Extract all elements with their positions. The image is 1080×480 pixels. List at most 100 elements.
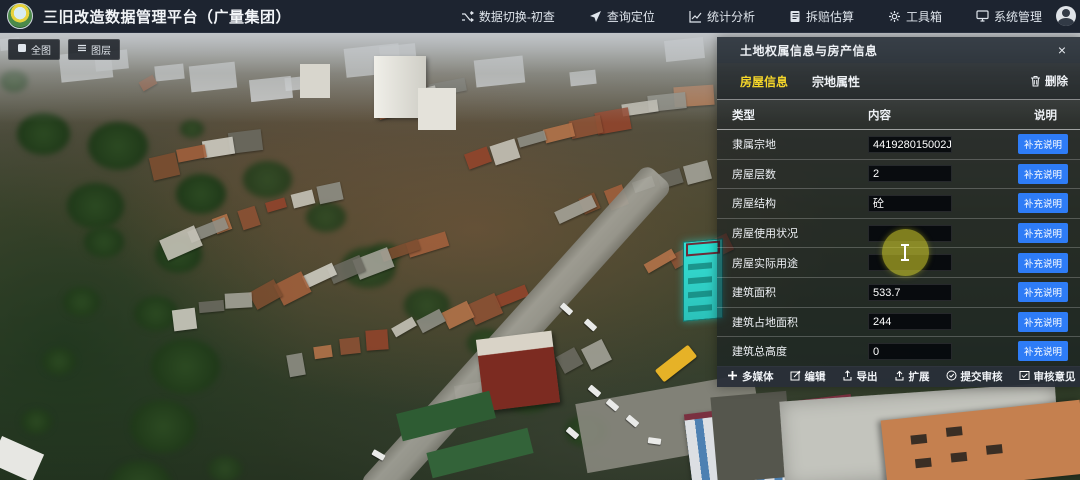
panel-tabs: 房屋信息 宗地属性 删除	[717, 63, 1080, 100]
map-button-label: 图层	[91, 42, 111, 57]
toolbar-plus[interactable]: 多媒体	[727, 369, 774, 384]
panel-header: 土地权属信息与房产信息 ×	[717, 37, 1080, 63]
row-value-input[interactable]: 0	[868, 343, 952, 360]
supplement-note-button[interactable]: 补充说明	[1018, 193, 1068, 213]
toolbar-label: 编辑	[805, 369, 826, 384]
map-button-label: 全图	[31, 42, 51, 57]
delete-label: 删除	[1045, 73, 1068, 89]
plus-icon	[727, 370, 738, 384]
tree-canopy	[42, 348, 76, 375]
tree-canopy	[63, 287, 100, 317]
rooftop	[339, 337, 361, 355]
top-bar: 三旧改造数据管理平台（广量集团） 数据切换-初查 查询定位 统计分析 拆赔估算 工具箱 系…	[0, 0, 1080, 33]
toolbar-submit[interactable]: 提交审核	[946, 369, 1003, 384]
supplement-note-button[interactable]: 补充说明	[1018, 312, 1068, 332]
menu-item-label: 工具箱	[906, 8, 942, 25]
map-button-1[interactable]: 全图	[8, 39, 60, 60]
supplement-note-button[interactable]: 补充说明	[1018, 223, 1068, 243]
edit-icon	[790, 370, 801, 384]
row-value-input[interactable]: 244	[868, 313, 952, 330]
menu-item-3[interactable]: 统计分析	[689, 8, 755, 25]
column-header-type: 类型	[717, 107, 868, 123]
tree-canopy	[151, 339, 220, 394]
trash-icon	[1030, 75, 1041, 87]
table-header-row: 类型 内容 说明	[717, 100, 1080, 130]
toolbar-label: 提交审核	[961, 369, 1003, 384]
supplement-note-button[interactable]: 补充说明	[1018, 253, 1068, 273]
map-icon	[17, 43, 27, 56]
stats-icon	[689, 10, 702, 23]
row-value-input[interactable]: 533.7	[868, 284, 952, 301]
toolbar-expand[interactable]: 扩展	[894, 369, 930, 384]
toolbar-label: 扩展	[909, 369, 930, 384]
toolbar-export[interactable]: 导出	[842, 369, 878, 384]
row-label: 房屋层数	[717, 166, 868, 182]
tree-canopy	[243, 161, 292, 198]
table-row: 建筑面积533.7补充说明	[717, 278, 1080, 308]
supplement-note-button[interactable]: 补充说明	[1018, 341, 1068, 361]
user-avatar-icon[interactable]	[1056, 6, 1076, 26]
toolbar-review[interactable]: 审核意见	[1019, 369, 1076, 384]
tree-canopy	[208, 456, 242, 480]
column-header-note: 说明	[1034, 107, 1057, 123]
app-title: 三旧改造数据管理平台（广量集团）	[43, 6, 291, 27]
menu-item-label: 查询定位	[607, 8, 655, 25]
system-icon	[976, 10, 989, 22]
menu-item-label: 统计分析	[707, 8, 755, 25]
rooftop	[365, 329, 388, 350]
close-icon[interactable]: ×	[1054, 41, 1070, 59]
row-label: 房屋结构	[717, 195, 868, 211]
table-row: 房屋结构砼 补充说明	[717, 189, 1080, 219]
tab-parcel-attributes[interactable]: 宗地属性	[812, 73, 860, 90]
toolbar-label: 多媒体	[742, 369, 774, 384]
map-toolbar: 全图 图层	[8, 39, 120, 60]
tree-canopy	[306, 202, 346, 232]
table-row: 隶属宗地441928015002JB00... 补充说明	[717, 130, 1080, 160]
submit-icon	[946, 370, 957, 384]
supplement-note-button[interactable]: 补充说明	[1018, 134, 1068, 154]
toolbox-icon	[888, 10, 901, 23]
row-label: 房屋使用状况	[717, 225, 868, 241]
row-value-input[interactable]: 2	[868, 165, 952, 182]
land-property-panel: 土地权属信息与房产信息 × 房屋信息 宗地属性 删除 类型 内容 说明 隶属宗地…	[717, 37, 1080, 387]
text-cursor-indicator	[882, 229, 929, 276]
rooftop	[199, 300, 225, 313]
data-switch-icon	[461, 10, 474, 23]
menu-item-4[interactable]: 拆赔估算	[789, 8, 854, 25]
table-row: 房屋层数2 补充说明	[717, 160, 1080, 190]
row-value-input[interactable]: 441928015002JB00...	[868, 136, 952, 153]
row-label: 房屋实际用途	[717, 255, 868, 271]
tree-canopy	[21, 409, 52, 434]
row-label: 建筑总高度	[717, 343, 868, 359]
estimate-icon	[789, 10, 801, 23]
menu-item-5[interactable]: 工具箱	[888, 8, 942, 25]
menu-item-2[interactable]: 查询定位	[589, 8, 655, 25]
column-header-content: 内容	[868, 107, 1006, 123]
supplement-note-button[interactable]: 补充说明	[1018, 282, 1068, 302]
tab-house-info[interactable]: 房屋信息	[740, 73, 788, 90]
row-value-input[interactable]: 砼	[868, 195, 952, 212]
tree-canopy	[130, 400, 196, 453]
table-row: 建筑总高度0 补充说明	[717, 337, 1080, 367]
panel-action-toolbar: 多媒体 编辑 导出 扩展 提交审核 审核意见	[717, 366, 1080, 387]
row-label: 隶属宗地	[717, 136, 868, 152]
menu-item-label: 数据切换-初查	[479, 8, 555, 25]
supplement-note-button[interactable]: 补充说明	[1018, 164, 1068, 184]
map-white-building	[418, 88, 456, 130]
delete-button[interactable]: 删除	[1030, 73, 1068, 89]
menu-item-label: 拆赔估算	[806, 8, 854, 25]
layers-icon	[77, 43, 87, 56]
menu-item-6[interactable]: 系统管理	[976, 8, 1042, 25]
toolbar-edit[interactable]: 编辑	[790, 369, 826, 384]
locate-icon	[589, 10, 602, 23]
toolbar-label: 导出	[857, 369, 878, 384]
rooftop	[172, 308, 197, 332]
platform-logo-icon	[7, 3, 33, 29]
map-button-2[interactable]: 图层	[68, 39, 120, 60]
tree-canopy	[67, 183, 124, 229]
panel-title: 土地权属信息与房产信息	[740, 42, 878, 59]
main-menu: 数据切换-初查 查询定位 统计分析 拆赔估算 工具箱 系统管理	[461, 8, 1042, 25]
menu-item-label: 系统管理	[994, 8, 1042, 25]
tree-canopy	[176, 174, 226, 214]
menu-item-1[interactable]: 数据切换-初查	[461, 8, 555, 25]
